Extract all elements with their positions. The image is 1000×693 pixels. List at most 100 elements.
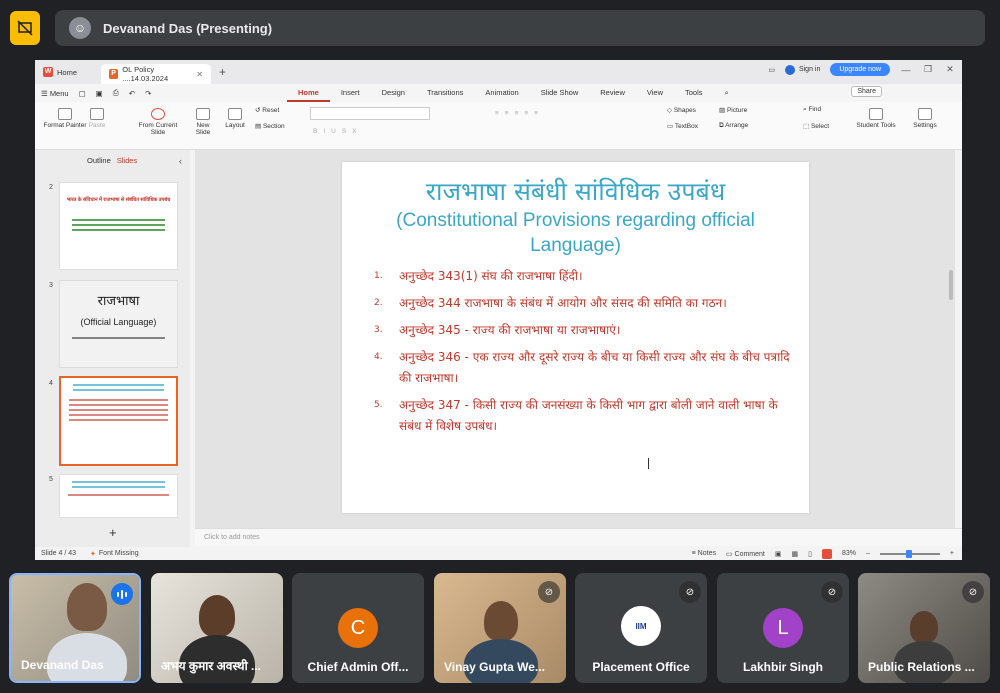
speaking-indicator-icon	[111, 583, 133, 605]
tab-view[interactable]: View	[636, 84, 674, 102]
document-tab-label: OL Policy ....14.03.2024	[122, 65, 169, 83]
add-slide-button[interactable]: +	[109, 525, 117, 540]
thumb3-subtitle: (Official Language)	[80, 317, 157, 327]
student-tools-button[interactable]: Student Tools	[853, 108, 899, 129]
participant-tile[interactable]: L ⊘ Lakhbir Singh	[717, 573, 849, 683]
normal-view-icon[interactable]: ▣	[775, 550, 782, 558]
list-item: 3. अनुच्छेद 345 - राज्य की राजभाषा या रा…	[374, 320, 794, 341]
collapse-panel-icon[interactable]: ‹	[179, 156, 182, 166]
participant-tile[interactable]: C Chief Admin Off...	[292, 573, 424, 683]
new-tab-button[interactable]: +	[219, 65, 226, 79]
sign-in-button[interactable]: Sign in	[784, 64, 820, 75]
zoom-in-icon[interactable]: +	[950, 550, 954, 557]
participant-tile[interactable]: IIM ⊘ Placement Office	[575, 573, 707, 683]
notes-toggle[interactable]: ≡ Notes	[692, 550, 716, 557]
zoom-slider[interactable]	[879, 549, 940, 558]
participant-tile[interactable]: अभय कुमार अवस्थी ...	[151, 573, 283, 683]
layout-button[interactable]: Layout	[221, 108, 249, 129]
reset-button[interactable]: ↺ Reset	[255, 106, 295, 114]
slides-tab[interactable]: Slides	[117, 156, 137, 165]
tab-home[interactable]: Home	[287, 84, 330, 102]
list-number: 2.	[374, 298, 383, 308]
settings-button[interactable]: Settings	[907, 108, 943, 129]
outline-tab[interactable]: Outline	[87, 156, 111, 165]
thumb-line	[73, 384, 164, 386]
zoom-knob[interactable]	[905, 549, 912, 558]
paragraph-buttons[interactable]: ≡≡≡≡≡	[495, 110, 645, 117]
thumb-line	[69, 404, 168, 406]
close-window-icon[interactable]: ✕	[944, 64, 956, 75]
picture-button[interactable]: ▨ Picture	[719, 106, 765, 114]
save-icon[interactable]: ▣	[96, 89, 103, 98]
comment-toggle[interactable]: ▭ Comment	[726, 550, 765, 558]
vertical-scrollbar[interactable]	[949, 270, 953, 300]
wps-logo-icon: W	[43, 67, 53, 77]
stop-presenting-button[interactable]	[10, 11, 40, 45]
thumb-line	[72, 219, 165, 221]
font-missing-link[interactable]: Font Missing	[99, 550, 139, 557]
search-icon[interactable]: ⌕	[714, 84, 740, 102]
format-painter-button[interactable]: Format Painter	[43, 108, 87, 129]
textbox-button[interactable]: ▭ TextBox	[667, 122, 713, 130]
layout-icon[interactable]: ▭	[768, 66, 775, 74]
thumb-line	[72, 481, 165, 483]
person-head	[484, 601, 518, 641]
paste-label: Paste	[88, 122, 106, 129]
new-slide-button[interactable]: New Slide	[191, 108, 215, 136]
redo-icon[interactable]: ↷	[145, 89, 151, 98]
thumb-timeline	[72, 337, 165, 339]
tab-animation[interactable]: Animation	[474, 84, 529, 102]
zoom-out-icon[interactable]: –	[866, 550, 870, 557]
thumb-line	[69, 414, 168, 416]
thumb-number: 2	[49, 184, 53, 191]
avatar: L	[763, 608, 803, 648]
tab-transitions[interactable]: Transitions	[416, 84, 474, 102]
undo-icon[interactable]: ↶	[129, 89, 135, 98]
open-icon[interactable]: ▢	[79, 89, 86, 98]
find-button[interactable]: ⌕ Find	[803, 106, 843, 114]
reading-view-icon[interactable]: ▯	[808, 550, 812, 558]
participant-tile[interactable]: Devanand Das	[9, 573, 141, 683]
arrange-button[interactable]: ⧉ Arrange	[719, 122, 765, 130]
tab-design[interactable]: Design	[371, 84, 416, 102]
slide-thumbnail-2[interactable]: भारत के संविधान में राजभाषा से संबंधित स…	[59, 182, 178, 270]
tab-slide-show[interactable]: Slide Show	[530, 84, 590, 102]
menu-button[interactable]: ☰ Menu	[41, 89, 69, 98]
mic-off-icon: ⊘	[538, 581, 560, 603]
minimize-icon[interactable]: —	[900, 65, 912, 75]
font-name-input[interactable]	[310, 107, 430, 120]
panel-tabs: Outline Slides	[87, 156, 137, 165]
paste-button[interactable]: Paste	[85, 108, 109, 129]
document-tab[interactable]: P OL Policy ....14.03.2024 ✕	[101, 64, 211, 84]
select-button[interactable]: ⬚ Select	[803, 122, 843, 130]
slide-sorter-icon[interactable]: ▦	[792, 550, 799, 558]
shapes-button[interactable]: ◇ Shapes	[667, 106, 713, 114]
tab-tools[interactable]: Tools	[674, 84, 714, 102]
participant-tile[interactable]: ⊘ Public Relations ...	[858, 573, 990, 683]
tab-insert[interactable]: Insert	[330, 84, 371, 102]
slide-thumbnail-3[interactable]: राजभाषा (Official Language)	[59, 280, 178, 368]
zoom-level[interactable]: 83%	[842, 550, 856, 557]
slide-thumbnail-4[interactable]	[59, 376, 178, 466]
person-head	[199, 595, 235, 637]
current-slide[interactable]: राजभाषा संबंधी सांविधिक उपबंध (Constitut…	[342, 162, 809, 513]
app-tab-bar: W Home P OL Policy ....14.03.2024 ✕ + ▭ …	[35, 60, 962, 84]
restore-icon[interactable]: ❐	[922, 64, 934, 75]
window-right-controls: ▭ Sign in Upgrade now — ❐ ✕	[768, 63, 956, 76]
from-current-slide-button[interactable]: From Current Slide	[135, 108, 181, 136]
share-button[interactable]: Share	[851, 86, 882, 97]
print-icon[interactable]: ⎙	[113, 88, 119, 98]
section-button[interactable]: ▤ Section	[255, 122, 301, 130]
tab-review[interactable]: Review	[589, 84, 636, 102]
slideshow-play-icon[interactable]	[821, 548, 832, 559]
notes-area[interactable]: Click to add notes	[195, 528, 962, 546]
upgrade-button[interactable]: Upgrade now	[830, 63, 890, 76]
slide-thumbnail-5[interactable]	[59, 474, 178, 518]
textbox-label: TextBox	[674, 123, 698, 130]
thumb2-title: भारत के संविधान में राजभाषा से संबंधित स…	[66, 197, 171, 203]
font-style-buttons[interactable]: BIUSX	[313, 128, 433, 135]
slide-canvas: राजभाषा संबंधी सांविधिक उपबंध (Constitut…	[195, 150, 955, 528]
home-app-tab[interactable]: W Home	[35, 62, 101, 82]
participant-tile[interactable]: ⊘ Vinay Gupta We...	[434, 573, 566, 683]
close-tab-icon[interactable]: ✕	[196, 70, 203, 79]
